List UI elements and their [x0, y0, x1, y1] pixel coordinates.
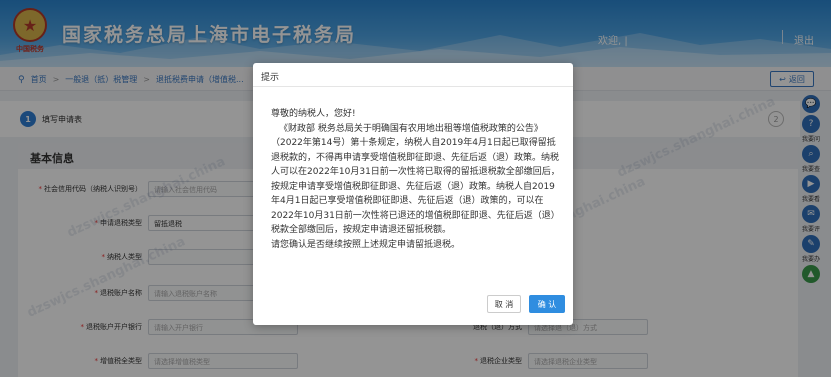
confirm-button[interactable]: 确 认	[529, 295, 565, 313]
dialog-paragraph: 《财政部 税务总局关于明确国有农用地出租等增值税政策的公告》（2022年第14号…	[271, 123, 560, 236]
notice-dialog: 提示 尊敬的纳税人，您好! 《财政部 税务总局关于明确国有农用地出租等增值税政策…	[253, 63, 573, 325]
dialog-footer: 取 消 确 认	[487, 295, 565, 313]
dialog-confirm-question: 请您确认是否继续按照上述规定申请留抵退税。	[271, 239, 461, 250]
dialog-greeting: 尊敬的纳税人，您好!	[271, 109, 356, 119]
dialog-body: 尊敬的纳税人，您好! 《财政部 税务总局关于明确国有农用地出租等增值税政策的公告…	[271, 107, 563, 252]
cancel-button[interactable]: 取 消	[487, 295, 521, 313]
dialog-title: 提示	[253, 63, 573, 87]
